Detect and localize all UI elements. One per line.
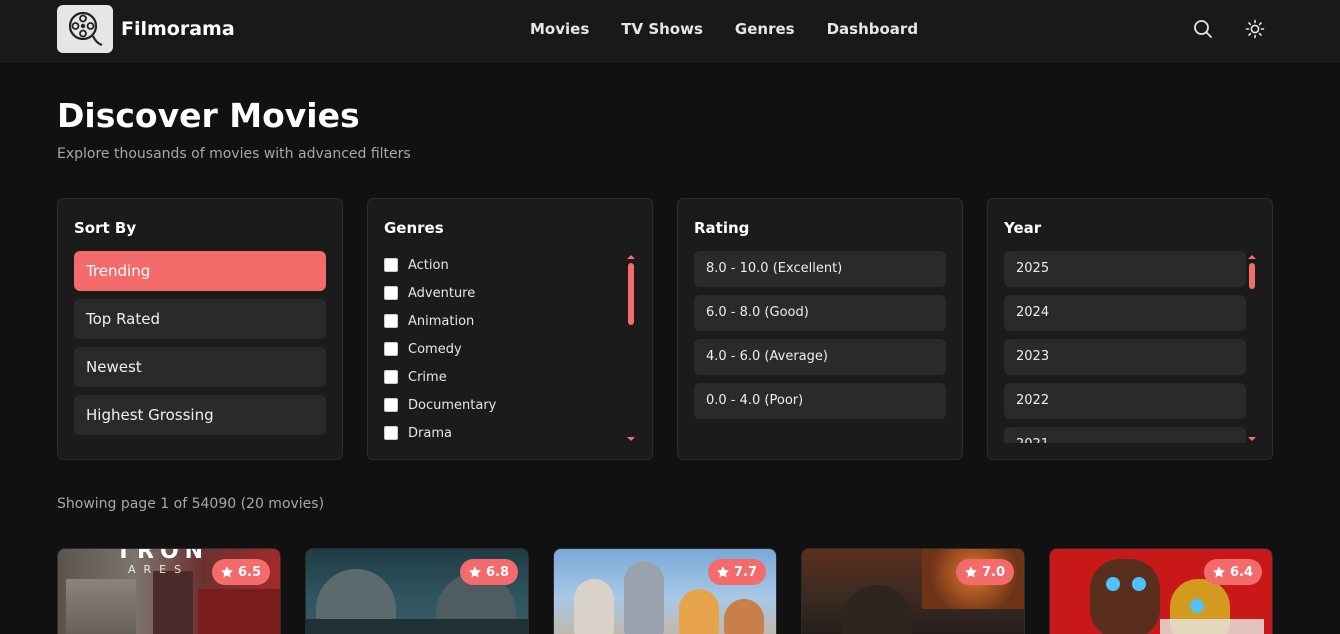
top-header: Filmorama Movies TV Shows Genres Dashboa… bbox=[0, 0, 1340, 62]
brand-name[interactable]: Filmorama bbox=[121, 18, 235, 40]
rating-badge: 6.8 bbox=[459, 559, 518, 585]
sort-newest-button[interactable]: Newest bbox=[74, 347, 326, 387]
sun-icon bbox=[1245, 19, 1265, 39]
genres-title: Genres bbox=[384, 219, 444, 237]
film-reel-icon bbox=[68, 11, 103, 47]
genre-label: Action bbox=[408, 257, 449, 273]
rating-average-button[interactable]: 4.0 - 6.0 (Average) bbox=[694, 339, 946, 375]
scroll-down-arrow-icon[interactable] bbox=[627, 437, 635, 441]
rating-value: 7.0 bbox=[981, 564, 1005, 580]
results-count: Showing page 1 of 54090 (20 movies) bbox=[57, 496, 325, 512]
poster-title-text: TRON bbox=[116, 548, 210, 564]
star-icon bbox=[221, 566, 233, 578]
rating-good-button[interactable]: 6.0 - 8.0 (Good) bbox=[694, 295, 946, 331]
genre-checkbox[interactable] bbox=[384, 314, 398, 328]
nav-tv-shows[interactable]: TV Shows bbox=[621, 20, 703, 38]
genre-checkbox[interactable] bbox=[384, 286, 398, 300]
nav-movies[interactable]: Movies bbox=[530, 20, 589, 38]
scroll-up-arrow-icon[interactable] bbox=[627, 255, 635, 259]
scrollbar-thumb[interactable] bbox=[1249, 263, 1255, 289]
genre-checkbox[interactable] bbox=[384, 258, 398, 272]
year-2023-button[interactable]: 2023 bbox=[1004, 339, 1246, 375]
star-icon bbox=[469, 566, 481, 578]
star-icon bbox=[717, 566, 729, 578]
theme-toggle-button[interactable] bbox=[1243, 17, 1267, 41]
genre-label: Drama bbox=[408, 425, 452, 441]
scroll-down-arrow-icon[interactable] bbox=[1248, 437, 1256, 441]
sort-by-panel: Sort By Trending Top Rated Newest Highes… bbox=[57, 198, 343, 460]
genre-option-documentary[interactable]: Documentary bbox=[384, 391, 624, 419]
genre-option-comedy[interactable]: Comedy bbox=[384, 335, 624, 363]
star-icon bbox=[965, 566, 977, 578]
genre-option-action[interactable]: Action bbox=[384, 251, 624, 279]
movie-card[interactable]: TRON ARES 6.5 bbox=[57, 548, 281, 634]
year-panel: Year 2025 2024 2023 2022 2021 bbox=[987, 198, 1273, 460]
search-icon bbox=[1194, 20, 1212, 38]
rating-panel: Rating 8.0 - 10.0 (Excellent) 6.0 - 8.0 … bbox=[677, 198, 963, 460]
movie-card[interactable]: 7.7 bbox=[553, 548, 777, 634]
rating-excellent-button[interactable]: 8.0 - 10.0 (Excellent) bbox=[694, 251, 946, 287]
logo[interactable] bbox=[57, 5, 113, 53]
page-title: Discover Movies bbox=[57, 96, 360, 135]
genre-label: Adventure bbox=[408, 285, 476, 301]
genre-checkbox[interactable] bbox=[384, 342, 398, 356]
year-list[interactable]: 2025 2024 2023 2022 2021 bbox=[988, 199, 1272, 443]
rating-poor-button[interactable]: 0.0 - 4.0 (Poor) bbox=[694, 383, 946, 419]
year-2024-button[interactable]: 2024 bbox=[1004, 295, 1246, 331]
sort-highest-grossing-button[interactable]: Highest Grossing bbox=[74, 395, 326, 435]
rating-badge: 7.7 bbox=[707, 559, 766, 585]
genre-option-adventure[interactable]: Adventure bbox=[384, 279, 624, 307]
movie-card[interactable]: 6.4 bbox=[1049, 548, 1273, 634]
main-nav: Movies TV Shows Genres Dashboard bbox=[530, 20, 918, 38]
nav-dashboard[interactable]: Dashboard bbox=[827, 20, 918, 38]
genre-label: Documentary bbox=[408, 397, 497, 413]
genre-label: Animation bbox=[408, 313, 475, 329]
rating-badge: 7.0 bbox=[955, 559, 1014, 585]
genre-checkbox[interactable] bbox=[384, 426, 398, 440]
genre-list[interactable]: Action Adventure Animation Comedy Crime … bbox=[384, 251, 624, 443]
movie-card[interactable]: 6.8 bbox=[305, 548, 529, 634]
rating-value: 7.7 bbox=[733, 564, 757, 580]
genre-checkbox[interactable] bbox=[384, 398, 398, 412]
sort-trending-button[interactable]: Trending bbox=[74, 251, 326, 291]
rating-value: 6.5 bbox=[237, 564, 261, 580]
movie-card[interactable]: 7.0 bbox=[801, 548, 1025, 634]
genres-panel: Genres Action Adventure Animation Comedy… bbox=[367, 198, 653, 460]
search-button[interactable] bbox=[1191, 17, 1215, 41]
nav-genres[interactable]: Genres bbox=[735, 20, 795, 38]
poster-subtitle-text: ARES bbox=[128, 563, 190, 576]
genre-checkbox[interactable] bbox=[384, 370, 398, 384]
star-icon bbox=[1213, 566, 1225, 578]
genres-scrollbar[interactable] bbox=[627, 255, 635, 441]
scroll-up-arrow-icon[interactable] bbox=[1248, 255, 1256, 259]
year-scrollbar[interactable] bbox=[1248, 255, 1256, 441]
rating-value: 6.4 bbox=[1229, 564, 1253, 580]
year-2021-button[interactable]: 2021 bbox=[1004, 427, 1246, 443]
genre-option-drama[interactable]: Drama bbox=[384, 419, 624, 443]
year-2025-button[interactable]: 2025 bbox=[1004, 251, 1246, 287]
genre-label: Comedy bbox=[408, 341, 462, 357]
genre-option-crime[interactable]: Crime bbox=[384, 363, 624, 391]
genre-option-animation[interactable]: Animation bbox=[384, 307, 624, 335]
rating-badge: 6.5 bbox=[211, 559, 270, 585]
year-2022-button[interactable]: 2022 bbox=[1004, 383, 1246, 419]
sort-top-rated-button[interactable]: Top Rated bbox=[74, 299, 326, 339]
scrollbar-thumb[interactable] bbox=[628, 263, 634, 325]
page-subtitle: Explore thousands of movies with advance… bbox=[57, 146, 411, 162]
rating-title: Rating bbox=[694, 219, 750, 237]
rating-badge: 6.4 bbox=[1203, 559, 1262, 585]
sort-by-title: Sort By bbox=[74, 219, 137, 237]
rating-value: 6.8 bbox=[485, 564, 509, 580]
genre-label: Crime bbox=[408, 369, 447, 385]
